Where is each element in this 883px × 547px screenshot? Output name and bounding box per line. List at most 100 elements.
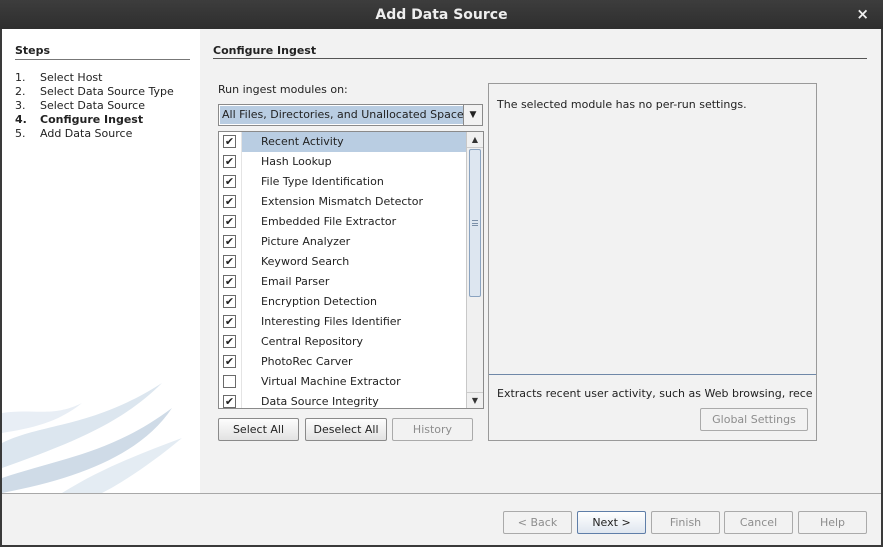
chevron-down-icon[interactable]: ▼ — [463, 105, 482, 125]
module-row[interactable]: ✔ File Type Identification — [219, 172, 466, 192]
step-number: 3. — [15, 99, 26, 112]
cancel-button[interactable]: Cancel — [724, 511, 793, 534]
module-checkbox[interactable]: ✔ — [223, 395, 236, 408]
column-separator — [241, 272, 242, 292]
scroll-up-icon[interactable]: ▲ — [467, 132, 483, 148]
module-label: Email Parser — [261, 275, 330, 288]
step-label: Add Data Source — [40, 127, 133, 140]
step-number: 4. — [15, 113, 27, 126]
back-button[interactable]: < Back — [503, 511, 572, 534]
module-row[interactable]: ✔ Hash Lookup — [219, 152, 466, 172]
module-row[interactable]: ✔ Interesting Files Identifier — [219, 312, 466, 332]
scroll-down-icon[interactable]: ▼ — [467, 392, 483, 408]
column-separator — [241, 172, 242, 192]
column-separator — [241, 132, 242, 152]
step-item: 4. Configure Ingest — [15, 113, 174, 127]
help-button[interactable]: Help — [798, 511, 867, 534]
module-label: Interesting Files Identifier — [261, 315, 402, 328]
module-checkbox[interactable]: ✔ — [223, 335, 236, 348]
module-checkbox[interactable]: ✔ — [223, 175, 236, 188]
module-checkbox[interactable] — [223, 375, 236, 388]
run-modules-selected-value: All Files, Directories, and Unallocated … — [220, 106, 464, 124]
module-checkbox[interactable]: ✔ — [223, 195, 236, 208]
module-list-scrollbar[interactable]: ▲ ▼ — [466, 132, 483, 408]
column-separator — [241, 192, 242, 212]
module-checkbox[interactable]: ✔ — [223, 275, 236, 288]
scrollbar-thumb[interactable] — [469, 149, 481, 297]
module-label: Keyword Search — [261, 255, 350, 268]
module-checkbox[interactable]: ✔ — [223, 135, 236, 148]
footer-divider — [2, 493, 881, 494]
module-row[interactable]: ✔ Extension Mismatch Detector — [219, 192, 466, 212]
step-item: 1. Select Host — [15, 71, 174, 85]
column-separator — [241, 292, 242, 312]
module-label: Picture Analyzer — [261, 235, 351, 248]
module-checkbox[interactable]: ✔ — [223, 155, 236, 168]
steps-title: Steps — [15, 44, 51, 57]
module-checkbox[interactable]: ✔ — [223, 255, 236, 268]
settings-divider — [489, 374, 816, 375]
run-modules-label: Run ingest modules on: — [218, 83, 348, 96]
column-separator — [241, 332, 242, 352]
step-number: 5. — [15, 127, 26, 140]
settings-message: The selected module has no per-run setti… — [497, 98, 747, 111]
step-item: 5. Add Data Source — [15, 127, 174, 141]
module-checkbox[interactable]: ✔ — [223, 215, 236, 228]
column-separator — [241, 152, 242, 172]
module-row[interactable]: ✔ Recent Activity — [219, 132, 466, 152]
module-row[interactable]: ✔ Data Source Integrity — [219, 392, 466, 408]
next-button[interactable]: Next > — [577, 511, 646, 534]
module-label: Encryption Detection — [261, 295, 377, 308]
step-label: Configure Ingest — [40, 113, 144, 126]
column-separator — [241, 352, 242, 372]
column-separator — [241, 392, 242, 408]
step-label: Select Data Source Type — [40, 85, 174, 98]
decorative-swoosh-graphic — [2, 383, 182, 493]
module-label: Hash Lookup — [261, 155, 332, 168]
grip-icon — [472, 220, 478, 226]
history-button[interactable]: History — [392, 418, 473, 441]
module-row[interactable]: Virtual Machine Extractor — [219, 372, 466, 392]
section-title: Configure Ingest — [213, 44, 317, 57]
window-title: Add Data Source — [375, 6, 508, 23]
module-checkbox[interactable]: ✔ — [223, 315, 236, 328]
module-settings-panel: The selected module has no per-run setti… — [488, 83, 817, 441]
module-label: File Type Identification — [261, 175, 384, 188]
module-row[interactable]: ✔ Central Repository — [219, 332, 466, 352]
run-modules-dropdown[interactable]: All Files, Directories, and Unallocated … — [218, 104, 483, 126]
ingest-module-list: ✔ Recent Activity ✔ Hash Lookup ✔ File Type I… — [218, 131, 484, 409]
finish-button[interactable]: Finish — [651, 511, 720, 534]
step-label: Select Data Source — [40, 99, 145, 112]
column-separator — [241, 312, 242, 332]
step-item: 3. Select Data Source — [15, 99, 174, 113]
column-separator — [241, 232, 242, 252]
module-row[interactable]: ✔ PhotoRec Carver — [219, 352, 466, 372]
section-divider — [213, 58, 867, 59]
module-row[interactable]: ✔ Keyword Search — [219, 252, 466, 272]
steps-divider — [15, 59, 190, 60]
module-row[interactable]: ✔ Picture Analyzer — [219, 232, 466, 252]
steps-list: 1. Select Host 2. Select Data Source Type 3.… — [15, 71, 174, 141]
module-row[interactable]: ✔ Email Parser — [219, 272, 466, 292]
select-all-button[interactable]: Select All — [218, 418, 299, 441]
module-description: Extracts recent user activity, such as W… — [497, 387, 812, 400]
step-number: 1. — [15, 71, 26, 84]
title-bar: Add Data Source × — [0, 0, 883, 29]
module-row[interactable]: ✔ Encryption Detection — [219, 292, 466, 312]
module-checkbox[interactable]: ✔ — [223, 355, 236, 368]
module-label: PhotoRec Carver — [261, 355, 353, 368]
module-label: Recent Activity — [261, 135, 344, 148]
column-separator — [241, 212, 242, 232]
column-separator — [241, 252, 242, 272]
module-label: Extension Mismatch Detector — [261, 195, 423, 208]
module-label: Embedded File Extractor — [261, 215, 397, 228]
add-data-source-dialog: Steps 1. Select Host 2. Select Data Source … — [2, 29, 881, 545]
module-checkbox[interactable]: ✔ — [223, 295, 236, 308]
step-number: 2. — [15, 85, 26, 98]
module-label: Central Repository — [261, 335, 364, 348]
module-row[interactable]: ✔ Embedded File Extractor — [219, 212, 466, 232]
module-checkbox[interactable]: ✔ — [223, 235, 236, 248]
deselect-all-button[interactable]: Deselect All — [305, 418, 387, 441]
close-icon[interactable]: × — [856, 5, 869, 23]
global-settings-button[interactable]: Global Settings — [700, 408, 808, 431]
